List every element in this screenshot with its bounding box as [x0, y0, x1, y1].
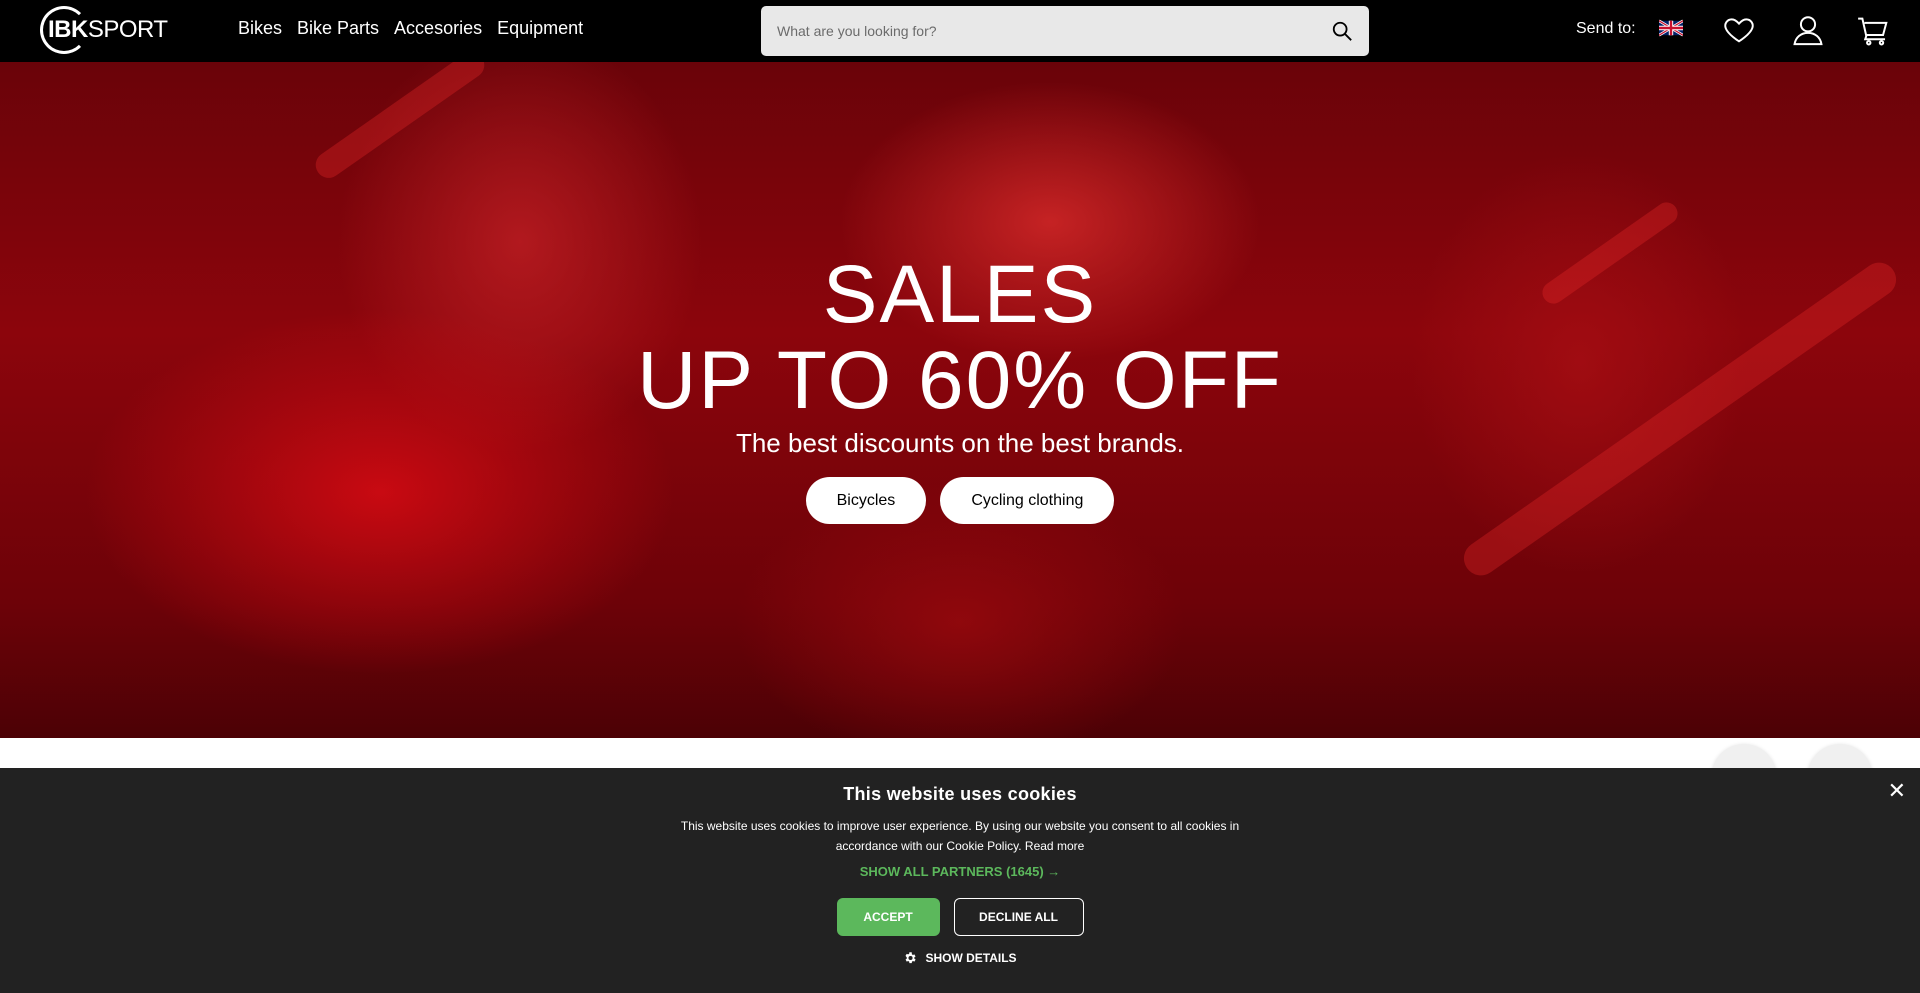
- read-more-link[interactable]: Read more: [1025, 839, 1084, 853]
- cookie-banner: ✕ This website uses cookies This website…: [0, 768, 1920, 993]
- cycling-clothing-button[interactable]: Cycling clothing: [940, 477, 1115, 524]
- uk-flag-icon[interactable]: [1659, 19, 1683, 37]
- show-details-button[interactable]: SHOW DETAILS: [0, 951, 1920, 965]
- nav-item-bikes[interactable]: Bikes: [238, 18, 282, 39]
- cookie-text-body: This website uses cookies to improve use…: [680, 819, 1240, 853]
- decline-all-button[interactable]: DECLINE ALL: [953, 898, 1084, 936]
- site-logo[interactable]: IBKSPORT: [40, 6, 182, 54]
- cookie-text: This website uses cookies to improve use…: [660, 816, 1260, 856]
- gear-icon: [905, 952, 917, 964]
- cart-icon[interactable]: [1856, 13, 1890, 47]
- hero-subtitle: The best discounts on the best brands.: [735, 428, 1185, 458]
- accept-button[interactable]: ACCEPT: [836, 898, 940, 936]
- cookie-buttons: ACCEPT DECLINE ALL: [0, 898, 1920, 936]
- hero-title: SALES UP TO 60% OFF: [0, 252, 1920, 424]
- content-strip: [0, 738, 1920, 768]
- site-header: IBKSPORT Bikes Bike Parts Accesories Equ…: [0, 0, 1920, 62]
- heart-icon[interactable]: [1722, 13, 1756, 47]
- hero-banner: SALES UP TO 60% OFF The best discounts o…: [0, 62, 1920, 738]
- user-icon[interactable]: [1791, 13, 1825, 47]
- show-partners-link[interactable]: SHOW ALL PARTNERS (1645) →: [0, 864, 1920, 879]
- hero-buttons: Bicycles Cycling clothing: [0, 477, 1920, 524]
- nav-item-equipment[interactable]: Equipment: [497, 18, 583, 39]
- logo-text: IBKSPORT: [48, 16, 168, 43]
- main-nav: Bikes Bike Parts Accesories Equipment: [238, 18, 583, 39]
- show-details-label: SHOW DETAILS: [925, 951, 1017, 965]
- search-icon[interactable]: [1331, 20, 1353, 42]
- search-bar: [761, 6, 1369, 56]
- nav-item-bike-parts[interactable]: Bike Parts: [297, 18, 379, 39]
- bicycles-button[interactable]: Bicycles: [805, 477, 927, 524]
- hero-title-line1: SALES: [822, 249, 1098, 340]
- cookie-title: This website uses cookies: [843, 784, 1077, 804]
- search-input[interactable]: [761, 6, 1321, 56]
- hero-title-line2: UP TO 60% OFF: [637, 335, 1283, 426]
- light-streak: [310, 62, 490, 184]
- send-to-label: Send to:: [1576, 20, 1636, 37]
- nav-item-accesories[interactable]: Accesories: [394, 18, 482, 39]
